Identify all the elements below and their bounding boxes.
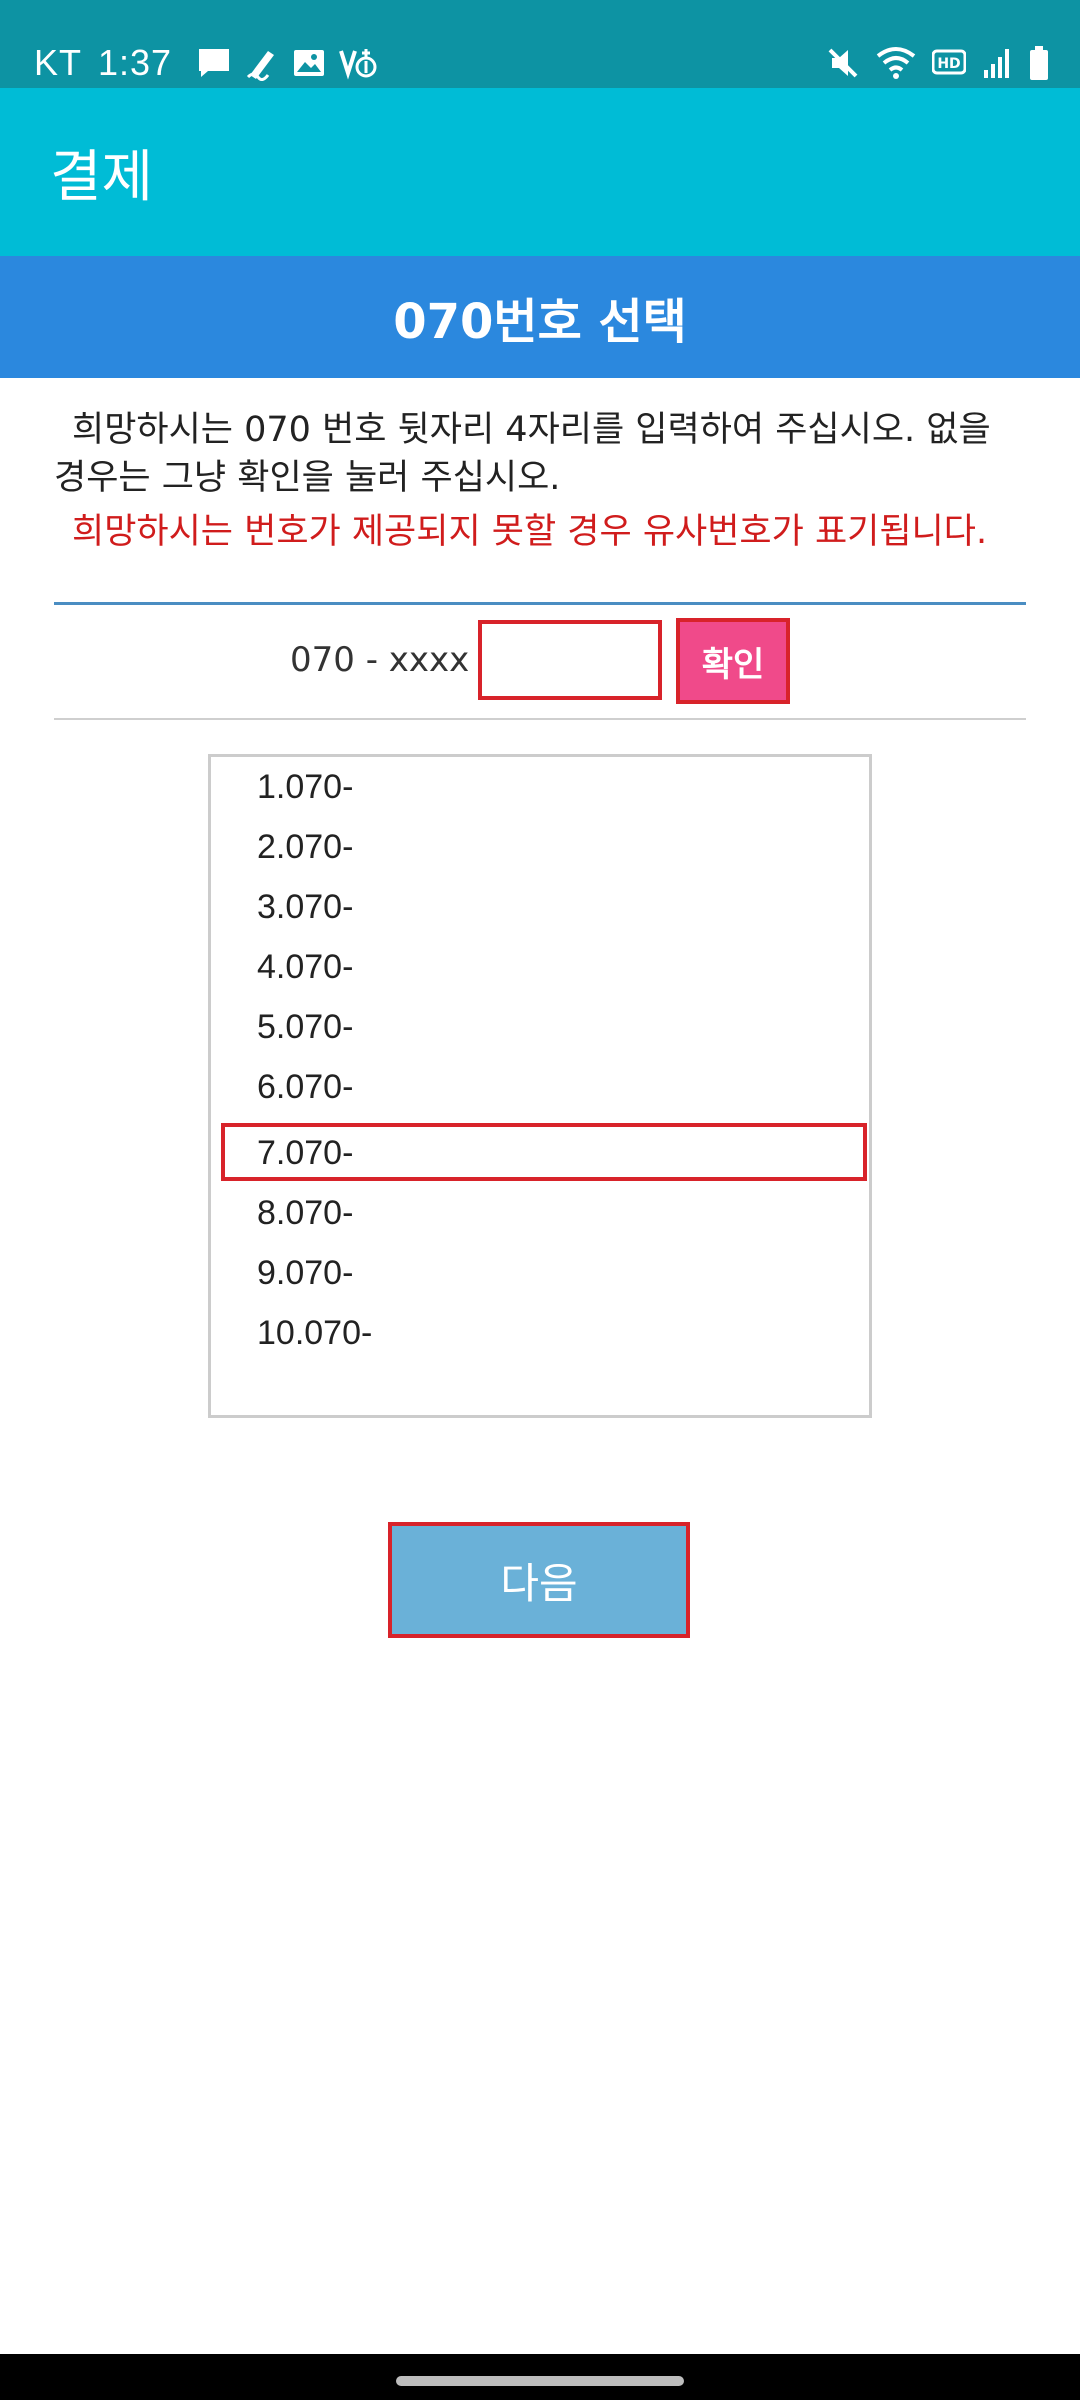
list-item[interactable]: 2.070- — [257, 817, 857, 877]
next-button[interactable]: 다음 — [388, 1522, 690, 1638]
list-item[interactable]: 3.070- — [257, 877, 857, 937]
wifi-icon — [876, 46, 916, 80]
confirm-button[interactable]: 확인 — [676, 618, 790, 704]
image-icon — [292, 47, 326, 79]
number-list[interactable]: 1.070- 2.070- 3.070- 4.070- 5.070- 6.070… — [208, 754, 872, 1418]
carrier-label: KT — [34, 42, 83, 83]
divider-bottom — [54, 718, 1026, 720]
status-right: HD — [826, 40, 1050, 86]
instruction-line-1: 희망하시는 070 번호 뒷자리 4자리를 입력하여 주십시오. 없을 — [72, 410, 991, 450]
payment-screen: KT 1:37 HD 결제 070번호 선택 희망하시는 070 번호 뒷자리 … — [0, 0, 1080, 2400]
svg-text:HD: HD — [937, 56, 960, 72]
list-item[interactable]: 5.070- — [257, 997, 857, 1057]
navigation-bar — [0, 2354, 1080, 2400]
instructions: 희망하시는 070 번호 뒷자리 4자리를 입력하여 주십시오. 없을 경우는 … — [54, 406, 1034, 502]
section-header: 070번호 선택 — [0, 256, 1080, 378]
list-item[interactable]: 8.070- — [257, 1183, 857, 1243]
number-prefix-label: 070 - xxxx - — [290, 640, 493, 680]
list-item[interactable]: 6.070- — [257, 1057, 857, 1117]
section-title: 070번호 선택 — [393, 294, 687, 350]
list-item-selected[interactable]: 7.070- — [257, 1123, 857, 1183]
instruction-line-2: 경우는 그냥 확인을 눌러 주십시오. — [54, 458, 561, 498]
volte-icon — [338, 45, 378, 81]
signature-icon — [244, 45, 280, 81]
list-item[interactable]: 4.070- — [257, 937, 857, 997]
app-bar: 결제 — [0, 88, 1080, 256]
number-input[interactable] — [478, 620, 662, 700]
divider-top — [54, 602, 1026, 605]
message-icon — [196, 46, 232, 80]
list-item[interactable]: 9.070- — [257, 1243, 857, 1303]
clock: 1:37 — [98, 42, 173, 83]
page-title: 결제 — [50, 145, 154, 210]
list-item[interactable]: 1.070- — [257, 757, 857, 817]
battery-icon — [1028, 45, 1050, 81]
hd-icon: HD — [932, 48, 966, 78]
status-bar: KT 1:37 HD — [0, 0, 1080, 88]
list-item[interactable]: 10.070- — [257, 1303, 857, 1363]
warning-text: 희망하시는 번호가 제공되지 못할 경우 유사번호가 표기됩니다. — [72, 512, 988, 552]
signal-icon — [982, 46, 1012, 80]
status-left: KT 1:37 — [34, 38, 378, 88]
home-indicator[interactable] — [396, 2376, 684, 2386]
mute-icon — [826, 46, 860, 80]
